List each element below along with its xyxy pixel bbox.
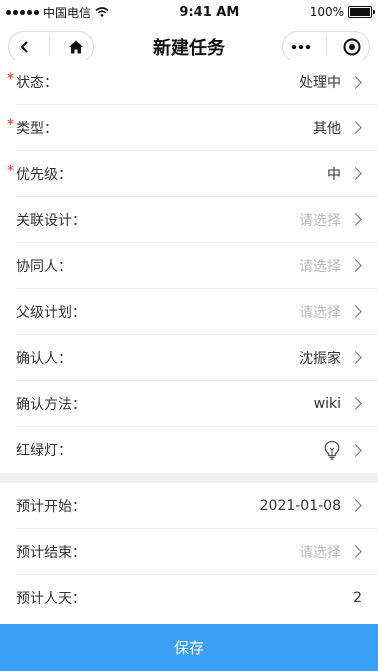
field-label: 预计开始： (16, 496, 86, 516)
section-divider (0, 473, 378, 483)
field-value[interactable]: 请选择 (299, 302, 362, 322)
field-label-text: 父级计划： (16, 304, 86, 321)
form-section-main: * 状态： 处理中 * 类型： 其他 * 优先级：中关联设计： 请选择 协同人： 请选择 父级计划：请… (0, 60, 378, 473)
task-form: * 状态： 处理中 * 类型： 其他 * 优先级：中关联设计： 请选择 协同人： 请选择 父级计划：请… (0, 60, 378, 671)
field-value-text: 2 (353, 590, 362, 606)
carrier-label: 中国电信 (43, 5, 92, 20)
form-row[interactable]: * 优先级： 中 (7, 151, 378, 197)
field-label-text: 确认人： (16, 350, 72, 367)
form-row[interactable]: 预计结束： 请选择 (16, 529, 378, 575)
save-button[interactable]: 保存 (0, 624, 378, 671)
field-value[interactable]: 请选择 (299, 256, 362, 276)
field-label-text: 预计开始： (16, 498, 86, 515)
field-label: 确认人： (16, 348, 72, 368)
field-label: 预计人天： (16, 588, 86, 608)
battery-icon (348, 6, 375, 18)
chevron-right-icon (349, 121, 362, 134)
capsule-divider (49, 38, 51, 56)
chevron-right-icon (349, 75, 362, 89)
chevron-right-icon (349, 305, 362, 318)
form-row[interactable]: 确认方法： wiki (16, 381, 378, 427)
nav-right-capsule (282, 31, 370, 63)
chevron-right-icon (349, 167, 362, 180)
form-row[interactable]: 父级计划： 请选择 (16, 289, 378, 335)
field-value-text: 请选择 (299, 544, 341, 561)
field-value[interactable]: 沈振家 (299, 348, 362, 368)
field-value-text: 处理中 (299, 75, 341, 91)
field-value-text: wiki (313, 395, 341, 412)
field-label-text: 类型： (16, 120, 58, 137)
field-value[interactable]: 2021-01-08 (260, 498, 362, 514)
field-label: 红绿灯： (16, 440, 72, 460)
field-label-text: 状态： (16, 75, 58, 91)
battery-percent: 100% (309, 5, 344, 19)
form-row[interactable]: * 状态： 处理中 (7, 60, 378, 105)
form-section-schedule: 预计开始： 2021-01-08 预计结束： 请选择预计人天： 2 (0, 483, 378, 621)
chevron-right-icon (349, 351, 362, 364)
field-value[interactable]: 请选择 (299, 210, 362, 230)
form-row[interactable]: 协同人： 请选择 (16, 243, 378, 289)
required-mark: * (7, 71, 14, 87)
lightbulb-icon (324, 440, 340, 460)
chevron-right-icon (349, 213, 362, 226)
field-label-text: 红绿灯： (16, 443, 72, 459)
field-label-text: 关联设计： (16, 212, 86, 229)
field-value[interactable] (323, 440, 362, 460)
field-value-text: 2021-01-08 (259, 497, 341, 514)
field-value[interactable]: 2 (353, 590, 362, 606)
field-label-text: 预计人天： (16, 591, 86, 607)
home-icon[interactable] (68, 39, 84, 55)
field-value-text: 中 (327, 166, 341, 183)
chevron-right-icon (349, 545, 362, 558)
field-value[interactable]: 处理中 (299, 72, 362, 92)
field-label-text: 协同人： (16, 258, 72, 275)
field-label: * 状态： (7, 71, 58, 92)
field-label: * 类型： (7, 117, 58, 138)
required-mark: * (7, 162, 14, 179)
field-label: 父级计划： (16, 302, 86, 322)
form-row[interactable]: 红绿灯： (16, 427, 378, 473)
field-label: 确认方法： (16, 394, 86, 414)
more-icon[interactable] (291, 44, 311, 50)
back-icon[interactable] (18, 40, 32, 54)
field-value-text: 请选择 (299, 212, 341, 229)
field-label-text: 预计结束： (16, 544, 86, 561)
form-row[interactable]: * 类型： 其他 (7, 105, 378, 151)
required-mark: * (7, 116, 14, 133)
field-label-text: 优先级： (16, 166, 72, 183)
field-value-text: 请选择 (299, 304, 341, 321)
capsule-divider (326, 38, 328, 56)
status-left: 中国电信 (6, 4, 109, 21)
field-value[interactable]: 请选择 (299, 542, 362, 562)
field-label: 关联设计： (16, 210, 86, 230)
form-row[interactable]: 预计人天： 2 (16, 575, 378, 621)
field-label: * 优先级： (7, 163, 72, 184)
chevron-right-icon (349, 499, 362, 512)
status-right: 100% (309, 5, 375, 19)
form-row[interactable]: 确认人： 沈振家 (16, 335, 378, 381)
field-value-text: 其他 (313, 120, 341, 137)
field-value[interactable]: wiki (314, 396, 362, 412)
chevron-right-icon (349, 443, 362, 457)
nav-left-capsule (8, 31, 94, 63)
field-label-text: 确认方法： (16, 396, 86, 413)
status-bar: 中国电信 9:41 AM 100% (0, 0, 378, 24)
chevron-right-icon (349, 259, 362, 272)
field-label: 预计结束： (16, 542, 86, 562)
field-value-text: 沈振家 (299, 350, 341, 367)
field-value[interactable]: 其他 (313, 118, 362, 138)
status-time: 9:41 AM (179, 4, 240, 20)
field-label: 协同人： (16, 256, 72, 276)
form-row[interactable]: 关联设计： 请选择 (16, 197, 378, 243)
signal-icon (6, 9, 39, 15)
field-value-text: 请选择 (299, 258, 341, 275)
form-row[interactable]: 预计开始： 2021-01-08 (16, 483, 378, 529)
page-title: 新建任务 (153, 38, 225, 59)
close-target-icon[interactable] (343, 38, 361, 56)
chevron-right-icon (349, 397, 362, 410)
wifi-icon (95, 7, 109, 17)
field-value[interactable]: 中 (327, 164, 362, 184)
